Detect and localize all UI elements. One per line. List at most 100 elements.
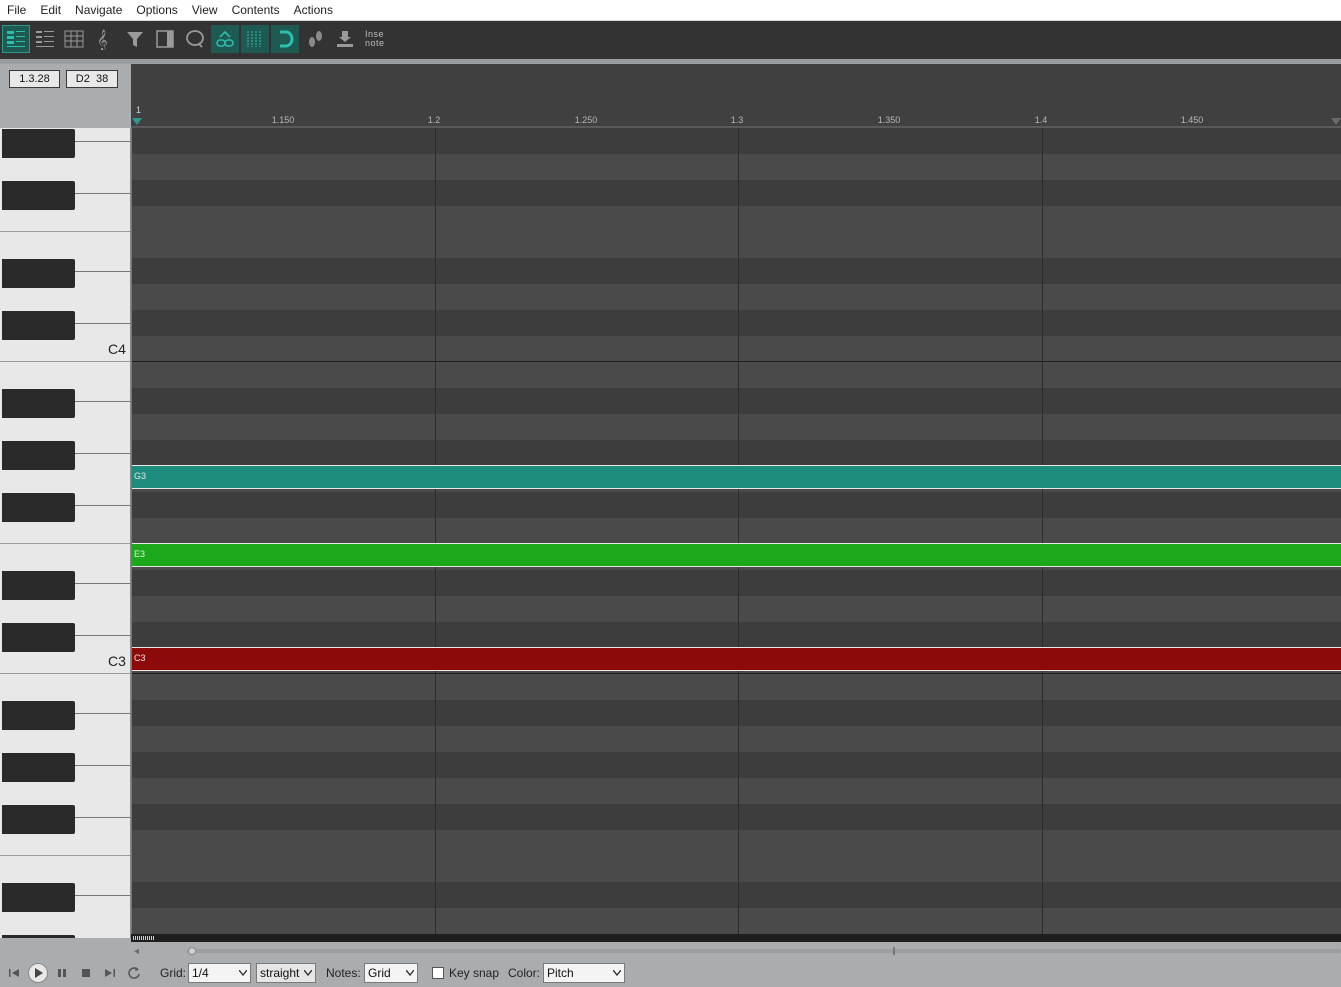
menu-edit[interactable]: Edit <box>33 0 68 21</box>
scroll-left-icon[interactable]: ◂ <box>134 946 139 957</box>
color-label: Color: <box>508 966 541 980</box>
track-list-button[interactable] <box>151 25 179 53</box>
scroll-track[interactable] <box>187 949 1341 953</box>
skip-to-end-icon <box>105 969 115 977</box>
black-key[interactable] <box>2 181 75 210</box>
cursor-position-display[interactable]: 1.3.28 <box>9 70 60 88</box>
loop-end-marker[interactable] <box>1331 118 1341 125</box>
pitch-row[interactable] <box>132 414 1341 440</box>
pitch-row[interactable] <box>132 284 1341 310</box>
cc-lane-resize-handle[interactable] <box>133 936 155 940</box>
filter-button[interactable] <box>121 25 149 53</box>
black-key[interactable] <box>2 623 75 652</box>
pitch-row[interactable] <box>132 180 1341 206</box>
grid-division-select[interactable]: 1/4 <box>188 963 251 983</box>
menu-contents[interactable]: Contents <box>225 0 287 21</box>
pitch-row[interactable] <box>132 128 1341 154</box>
pitch-row[interactable] <box>132 258 1341 284</box>
menu-actions[interactable]: Actions <box>287 0 340 21</box>
black-key[interactable] <box>2 259 75 288</box>
timeline-ruler[interactable]: 1 1.150 1.2 1.250 1.3 1.350 1.4 1.450 <box>131 64 1341 128</box>
grid-type-select[interactable]: straight <box>256 963 316 983</box>
play-button[interactable] <box>28 963 48 983</box>
piano-keyboard[interactable]: C4 C3 <box>0 128 131 938</box>
rewind-button[interactable] <box>5 964 23 982</box>
pitch-row[interactable] <box>132 778 1341 804</box>
black-key[interactable] <box>2 571 75 600</box>
pitch-row[interactable] <box>132 596 1341 622</box>
event-list-icon <box>64 30 84 48</box>
black-key[interactable] <box>2 493 75 522</box>
piano-roll-mode-button[interactable] <box>2 25 30 53</box>
beat-line <box>1042 128 1043 934</box>
pause-button[interactable] <box>53 964 71 982</box>
notes-snap-value: Grid <box>368 966 391 980</box>
lasso-button[interactable] <box>181 25 209 53</box>
menu-view[interactable]: View <box>185 0 225 21</box>
insert-note-button[interactable] <box>331 25 359 53</box>
panel-icon <box>156 30 174 48</box>
notation-mode-button[interactable]: 𝄞 <box>89 25 117 53</box>
note-color-select[interactable]: Pitch <box>543 963 625 983</box>
treble-clef-icon: 𝄞 <box>97 30 108 50</box>
pitch-row[interactable] <box>132 830 1341 856</box>
pitch-row[interactable] <box>132 362 1341 388</box>
notes-snap-select[interactable]: Grid <box>364 963 418 983</box>
black-key[interactable] <box>2 753 75 782</box>
midi-note-e3[interactable]: E3 <box>132 543 1341 567</box>
pitch-row[interactable] <box>132 518 1341 544</box>
black-key[interactable] <box>2 883 75 912</box>
snap-to-grid-button[interactable] <box>271 25 299 53</box>
scroll-thumb-end[interactable] <box>893 947 895 955</box>
pitch-row[interactable] <box>132 908 1341 934</box>
show-grid-button[interactable] <box>241 25 269 53</box>
black-key[interactable] <box>2 389 75 418</box>
pitch-row[interactable] <box>132 752 1341 778</box>
pitch-row[interactable] <box>132 804 1341 830</box>
note-position-display[interactable]: D2 38 <box>66 70 118 88</box>
pitch-row[interactable] <box>132 882 1341 908</box>
stop-button[interactable] <box>77 964 95 982</box>
key-snap-checkbox[interactable] <box>432 967 444 979</box>
pitch-row[interactable] <box>132 726 1341 752</box>
note-grid[interactable]: G3 E3 C3 <box>131 128 1341 934</box>
black-key[interactable] <box>2 701 75 730</box>
black-key[interactable] <box>2 129 75 158</box>
menu-file[interactable]: File <box>0 0 33 21</box>
horizontal-scrollbar[interactable]: ◂ <box>131 944 1341 958</box>
pitch-row[interactable] <box>132 674 1341 700</box>
pause-icon <box>58 969 66 977</box>
skip-to-end-button[interactable] <box>101 964 119 982</box>
black-key[interactable] <box>2 311 75 340</box>
pitch-row[interactable] <box>132 310 1341 336</box>
cc-follow-button[interactable] <box>211 25 239 53</box>
cc-lane-divider[interactable] <box>131 934 1341 942</box>
midi-note-c3[interactable]: C3 <box>132 647 1341 671</box>
pitch-row[interactable] <box>132 154 1341 180</box>
black-key[interactable] <box>2 441 75 470</box>
pitch-row[interactable] <box>132 700 1341 726</box>
step-input-button[interactable] <box>301 25 329 53</box>
pitch-row[interactable] <box>132 232 1341 258</box>
pitch-row[interactable] <box>132 440 1341 466</box>
scroll-thumb-start[interactable] <box>188 947 196 955</box>
pitch-row[interactable] <box>132 388 1341 414</box>
pitch-row[interactable] <box>132 492 1341 518</box>
black-key[interactable] <box>2 935 75 938</box>
pitch-row[interactable] <box>132 336 1341 362</box>
insert-down-icon <box>337 31 353 47</box>
named-notes-mode-button[interactable] <box>31 25 59 53</box>
magnet-icon <box>280 30 294 48</box>
beat-line <box>738 128 739 934</box>
pitch-row[interactable] <box>132 206 1341 232</box>
event-list-mode-button[interactable] <box>60 25 88 53</box>
black-key[interactable] <box>2 805 75 834</box>
pitch-row[interactable] <box>132 570 1341 596</box>
menu-navigate[interactable]: Navigate <box>68 0 129 21</box>
midi-note-g3[interactable]: G3 <box>132 465 1341 489</box>
menu-options[interactable]: Options <box>129 0 184 21</box>
loop-button[interactable] <box>125 964 143 982</box>
pitch-row[interactable] <box>132 856 1341 882</box>
loop-start-marker[interactable] <box>132 118 142 125</box>
pitch-row[interactable] <box>132 622 1341 648</box>
